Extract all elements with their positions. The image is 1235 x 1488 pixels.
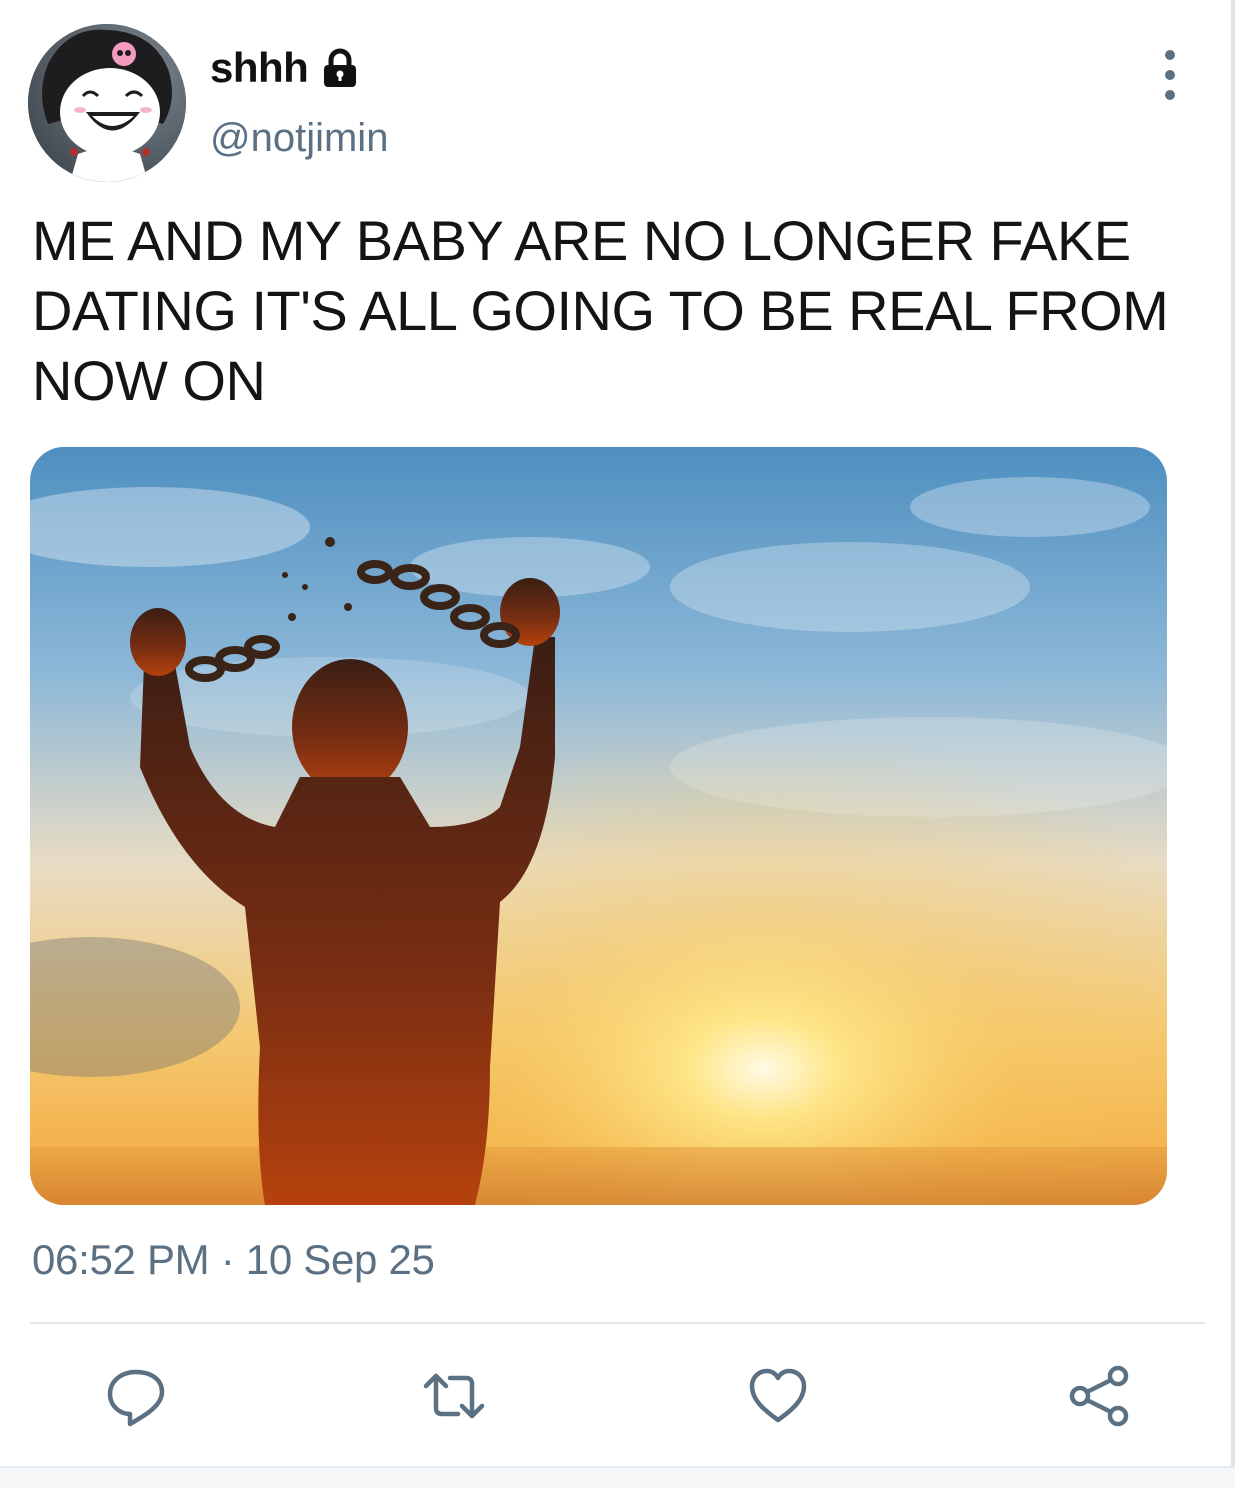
screen-edge — [1231, 0, 1235, 1488]
avatar-image — [28, 24, 186, 182]
tweet-media-image[interactable] — [30, 447, 1167, 1205]
user-handle[interactable]: @notjimin — [210, 116, 388, 161]
lock-icon — [324, 48, 357, 87]
share-button[interactable] — [1068, 1364, 1132, 1428]
tweet-text: ME AND MY BABY ARE NO LONGER FAKE DATING… — [32, 209, 1169, 412]
reply-icon — [107, 1369, 165, 1427]
tweet-card: shhh @notjimin ME AND MY BABY ARE NO LON… — [0, 0, 1235, 1488]
more-options-icon[interactable] — [1150, 50, 1190, 100]
more-dot — [1165, 90, 1175, 100]
more-dot — [1165, 50, 1175, 60]
reply-button[interactable] — [104, 1364, 168, 1428]
tweet-timestamp[interactable]: 06:52 PM · 10 Sep 25 — [32, 1236, 435, 1284]
bottom-edge — [0, 1466, 1235, 1488]
divider — [30, 1322, 1205, 1324]
retweet-button[interactable] — [422, 1364, 486, 1428]
avatar[interactable] — [28, 24, 186, 182]
retweet-icon — [423, 1373, 485, 1419]
more-dot — [1165, 70, 1175, 80]
like-icon — [749, 1368, 807, 1423]
share-icon — [1069, 1365, 1129, 1427]
sunset-photo — [30, 447, 1167, 1205]
display-name-text: shhh — [210, 44, 309, 91]
like-button[interactable] — [746, 1364, 810, 1428]
display-name[interactable]: shhh — [210, 44, 362, 92]
